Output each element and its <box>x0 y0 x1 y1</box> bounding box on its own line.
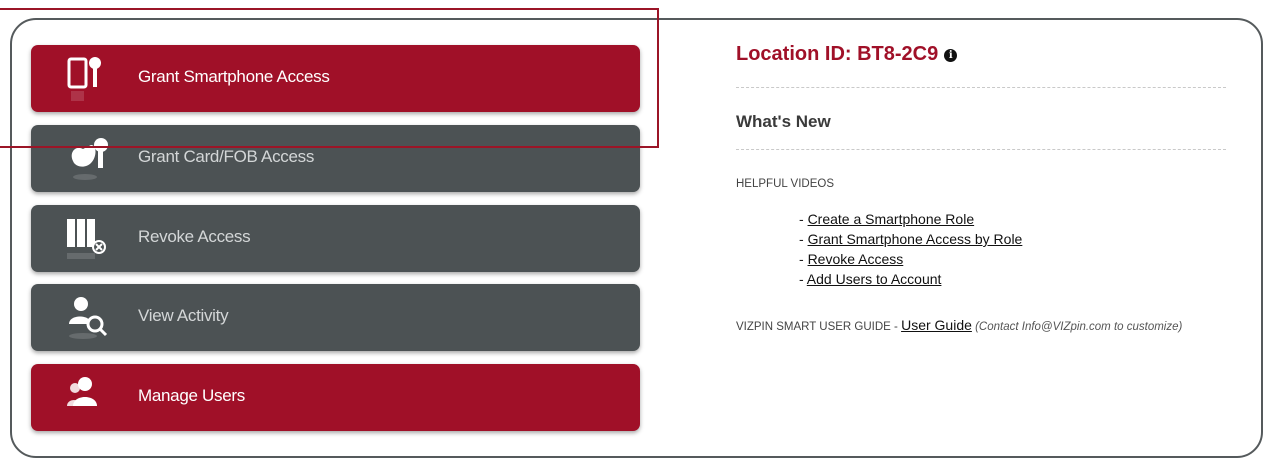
user-guide-note: (Contact Info@VIZpin.com to customize) <box>975 321 1183 333</box>
user-magnifier-icon <box>69 297 108 339</box>
user-guide-link[interactable]: User Guide <box>901 317 972 333</box>
grant-card-fob-access-button[interactable]: Grant Card/FOB Access <box>31 125 640 192</box>
location-id-text: Location ID: BT8-2C9 <box>736 43 939 65</box>
grant-smartphone-access-label: Grant Smartphone Access <box>138 67 330 86</box>
view-activity-label: View Activity <box>138 306 229 325</box>
view-activity-button[interactable]: View Activity <box>31 284 640 351</box>
list-item: - Create a Smartphone Role <box>799 211 975 227</box>
user-guide-prefix: VIZPIN SMART USER GUIDE - <box>736 321 902 333</box>
video-link-revoke-access[interactable]: Revoke Access <box>808 251 904 267</box>
video-link-create-smartphone-role[interactable]: Create a Smartphone Role <box>808 211 975 227</box>
users-group-icon <box>67 377 97 406</box>
video-link-add-users-to-account[interactable]: Add Users to Account <box>807 271 942 287</box>
list-item: - Add Users to Account <box>799 271 942 287</box>
smartphone-key-icon <box>67 57 101 101</box>
list-item: - Grant Smartphone Access by Role <box>799 231 1023 247</box>
helpful-videos-heading: HELPFUL VIDEOS <box>736 178 834 190</box>
manage-users-button[interactable]: Manage Users <box>31 364 640 431</box>
video-link-grant-smartphone-access-by-role[interactable]: Grant Smartphone Access by Role <box>808 231 1023 247</box>
grant-card-fob-access-label: Grant Card/FOB Access <box>138 147 315 166</box>
revoke-access-button[interactable]: Revoke Access <box>31 205 640 272</box>
info-icon[interactable]: i <box>944 49 958 62</box>
whats-new-heading: What's New <box>736 112 831 131</box>
revoke-access-label: Revoke Access <box>138 227 251 246</box>
revoke-cards-icon <box>67 219 106 259</box>
grant-smartphone-access-button[interactable]: Grant Smartphone Access <box>31 45 640 112</box>
list-item: - Revoke Access <box>799 251 904 267</box>
manage-users-label: Manage Users <box>138 386 245 405</box>
card-fob-key-icon <box>71 138 108 180</box>
divider <box>736 87 1226 88</box>
location-id-title: Location ID: BT8-2C9 i <box>736 43 958 66</box>
user-guide-line: VIZPIN SMART USER GUIDE - User Guide (Co… <box>736 315 1236 337</box>
helpful-videos-list: - Create a Smartphone Role - Grant Smart… <box>799 209 1022 289</box>
divider <box>736 149 1226 150</box>
